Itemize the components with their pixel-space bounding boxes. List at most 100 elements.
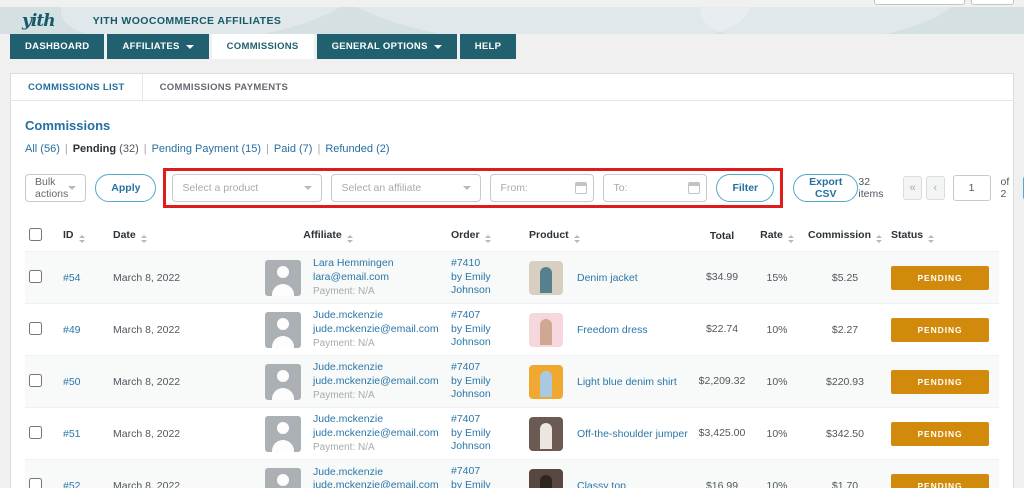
commission-rate: 10% [751,460,803,488]
commission-id-link[interactable]: #50 [63,376,81,388]
view-link-pending-payment[interactable]: Pending Payment (15) [152,143,261,155]
order-link[interactable]: #7407 [451,413,480,425]
select-affiliate-dropdown[interactable]: Select an affiliate [331,174,481,202]
affiliate-info: Jude.mckenziejude.mckenzie@email.comPaym… [213,466,443,488]
export-csv-button[interactable]: Export CSV [793,174,858,202]
sort-icon[interactable] [79,235,85,243]
commission-id-link[interactable]: #54 [63,272,81,284]
product-name-link[interactable]: Denim jacket [577,272,638,284]
screen-options-button[interactable]: Screen Options [874,0,965,5]
row-checkbox[interactable] [29,322,42,335]
status-badge[interactable]: PENDING [891,474,989,488]
column-header-order[interactable]: Order [447,221,525,252]
row-checkbox[interactable] [29,374,42,387]
order-customer: by Emily Johnson [451,271,507,298]
product-name-link[interactable]: Classy top [577,480,626,488]
affiliate-email-link[interactable]: jude.mckenzie@email.com [313,375,439,387]
column-header-date[interactable]: Date [109,221,209,252]
affiliate-name-link[interactable]: Jude.mckenzie [313,413,383,425]
view-label[interactable]: Pending Payment [152,143,239,155]
column-header-commission[interactable]: Commission [803,221,887,252]
sort-icon[interactable] [347,235,353,243]
order-link[interactable]: #7410 [451,257,480,269]
status-badge[interactable]: PENDING [891,422,989,446]
order-link[interactable]: #7407 [451,361,480,373]
sort-icon[interactable] [485,235,491,243]
view-label[interactable]: Refunded [325,143,373,155]
row-checkbox[interactable] [29,478,42,488]
sort-icon[interactable] [928,235,934,243]
product-name-link[interactable]: Light blue denim shirt [577,376,677,388]
column-header-product[interactable]: Product [525,221,693,252]
view-link-pending[interactable]: Pending (32) [73,143,139,155]
column-header-status[interactable]: Status [887,221,999,252]
commission-id-cell: #51 [59,408,109,460]
product-thumbnail[interactable] [529,469,563,488]
status-badge[interactable]: PENDING [891,266,989,290]
affiliate-email-link[interactable]: jude.mckenzie@email.com [313,427,439,439]
sort-icon[interactable] [876,235,882,243]
column-header-affiliate[interactable]: Affiliate [209,221,447,252]
product-thumbnail[interactable] [529,417,563,451]
sort-icon[interactable] [788,235,794,243]
commission-id-link[interactable]: #52 [63,480,81,488]
view-link-refunded[interactable]: Refunded (2) [325,143,389,155]
nav-tab-general-options[interactable]: GENERAL OPTIONS [317,34,457,59]
commission-id-link[interactable]: #49 [63,324,81,336]
select-all-checkbox[interactable] [29,228,42,241]
views-separator: | [317,143,320,155]
order-link[interactable]: #7407 [451,465,480,477]
view-label[interactable]: Paid [274,143,296,155]
nav-tab-commissions[interactable]: COMMISSIONS [212,34,314,59]
sort-icon[interactable] [574,235,580,243]
subtab-commissions-list[interactable]: COMMISSIONS LIST [11,74,143,100]
status-badge[interactable]: PENDING [891,370,989,394]
view-label[interactable]: All [25,143,37,155]
status-badge[interactable]: PENDING [891,318,989,342]
affiliate-name-link[interactable]: Jude.mckenzie [313,466,383,478]
row-checkbox[interactable] [29,426,42,439]
apply-button[interactable]: Apply [95,174,156,202]
column-header-id[interactable]: ID [59,221,109,252]
order-cell: #7407by Emily Johnson [447,460,525,488]
column-header-label: ID [63,229,74,241]
affiliate-name-link[interactable]: Jude.mckenzie [313,309,383,321]
view-count: (32) [116,143,139,155]
commission-id-link[interactable]: #51 [63,428,81,440]
commissions-table: IDDateAffiliateOrderProductTotalRateComm… [25,221,999,488]
nav-tab-dashboard[interactable]: DASHBOARD [10,34,104,59]
status-cell: PENDING [887,252,999,304]
affiliate-email-link[interactable]: lara@email.com [313,271,389,283]
total-amount: $34.99 [697,270,747,284]
pagination: 32 items « ‹ of 2 › » [858,175,1024,201]
payment-info: Payment: N/A [313,337,439,350]
subtab-commissions-payments[interactable]: COMMISSIONS PAYMENTS [143,74,305,100]
affiliate-email-link[interactable]: jude.mckenzie@email.com [313,323,439,335]
filter-button[interactable]: Filter [716,174,774,202]
product-name-link[interactable]: Freedom dress [577,324,648,336]
affiliate-name-link[interactable]: Lara Hemmingen [313,257,394,269]
select-product-dropdown[interactable]: Select a product [172,174,322,202]
row-checkbox[interactable] [29,270,42,283]
view-link-paid[interactable]: Paid (7) [274,143,313,155]
affiliate-name-link[interactable]: Jude.mckenzie [313,361,383,373]
affiliate-name: Lara Hemmingen [313,257,394,271]
product-thumbnail[interactable] [529,261,563,295]
sort-icon[interactable] [141,235,147,243]
column-header-rate[interactable]: Rate [751,221,803,252]
nav-tab-help[interactable]: HELP [460,34,517,59]
product-name-link[interactable]: Off-the-shoulder jumper [577,428,688,440]
product-thumbnail-figure [540,319,552,345]
affiliate-info: Jude.mckenziejude.mckenzie@email.comPaym… [213,413,443,453]
items-count: 32 items [858,176,891,200]
affiliate-email-link[interactable]: jude.mckenzie@email.com [313,479,439,488]
bulk-actions-label: Bulk actions [35,176,68,200]
product-thumbnail[interactable] [529,365,563,399]
current-page-input[interactable] [953,175,991,201]
bulk-actions-select[interactable]: Bulk actions [25,174,86,202]
product-thumbnail[interactable] [529,313,563,347]
view-link-all[interactable]: All (56) [25,143,60,155]
help-button[interactable]: Help [971,0,1014,5]
nav-tab-affiliates[interactable]: AFFILIATES [107,34,208,59]
order-link[interactable]: #7407 [451,309,480,321]
